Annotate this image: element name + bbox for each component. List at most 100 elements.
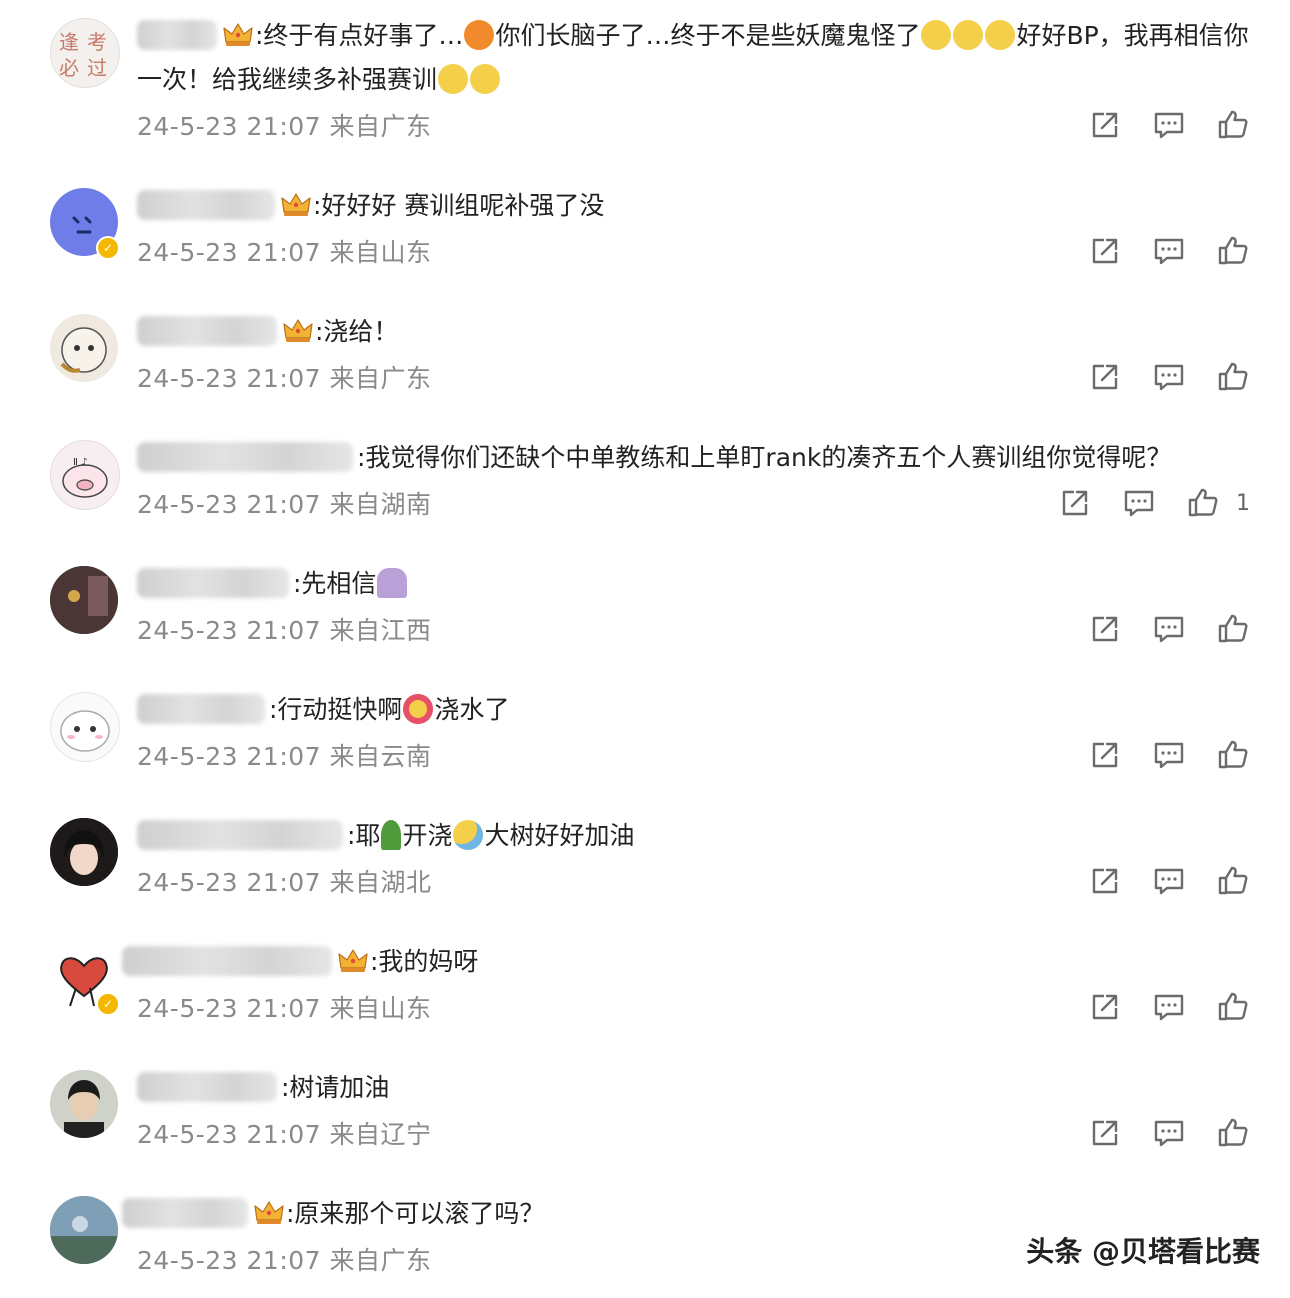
location: 来自江西 <box>329 616 432 645</box>
username-redacted[interactable] <box>137 820 343 850</box>
share-button[interactable] <box>1058 486 1092 520</box>
thumbs-up-icon <box>1216 990 1250 1024</box>
svg-text:必: 必 <box>59 56 79 80</box>
like-button[interactable] <box>1216 990 1250 1024</box>
avatar[interactable] <box>50 314 118 382</box>
username-redacted[interactable] <box>122 1198 248 1228</box>
avatar[interactable]: 逢 考 必 过 <box>50 18 120 88</box>
thumbs-up-icon <box>1216 108 1250 142</box>
avatar[interactable] <box>50 566 118 634</box>
username-redacted[interactable] <box>137 442 353 472</box>
share-button[interactable] <box>1088 1116 1122 1150</box>
reply-button[interactable] <box>1122 486 1156 520</box>
avatar[interactable] <box>50 1196 118 1264</box>
avatar[interactable] <box>50 692 120 762</box>
crying-emoji-icon <box>985 20 1016 50</box>
reply-button[interactable] <box>1152 612 1186 646</box>
like-button[interactable] <box>1216 234 1250 268</box>
username-redacted[interactable] <box>137 694 265 724</box>
share-button[interactable] <box>1088 360 1122 394</box>
username-redacted[interactable] <box>137 1072 277 1102</box>
like-button[interactable] <box>1216 738 1250 772</box>
comment-meta: 24-5-23 21:07 来自江西 <box>137 616 432 646</box>
avatar[interactable]: Ⅱ ♪ <box>50 440 120 510</box>
crown-badge-icon <box>223 22 253 48</box>
share-icon <box>1088 1116 1122 1150</box>
thumbs-up-icon <box>1216 864 1250 898</box>
share-button[interactable] <box>1088 234 1122 268</box>
share-icon <box>1088 990 1122 1024</box>
comment-icon <box>1152 738 1186 772</box>
share-icon <box>1058 486 1092 520</box>
comment-text: :行动挺快啊 浇水了 <box>137 688 1250 732</box>
thumbs-up-icon <box>1216 612 1250 646</box>
location: 来自广东 <box>329 112 432 141</box>
timestamp: 24-5-23 21:07 <box>137 112 322 141</box>
comment-icon <box>1152 234 1186 268</box>
location: 来自辽宁 <box>329 1120 432 1149</box>
comment-list: 逢 考 必 过 :终于有点好事了… 你们长脑子了…终于不是些妖魔鬼怪了 好好BP，我… <box>0 0 1290 1298</box>
comment-actions <box>1058 1115 1250 1151</box>
thumbs-up-icon <box>1216 738 1250 772</box>
username-redacted[interactable] <box>137 568 289 598</box>
share-icon <box>1088 738 1122 772</box>
reply-button[interactable] <box>1152 234 1186 268</box>
reply-button[interactable] <box>1152 1116 1186 1150</box>
comment-meta: 24-5-23 21:07 来自湖北 <box>137 868 432 898</box>
location: 来自广东 <box>329 1246 432 1275</box>
timestamp: 24-5-23 21:07 <box>137 364 322 393</box>
share-button[interactable] <box>1088 990 1122 1024</box>
thumbs-up-icon <box>1216 234 1250 268</box>
like-button[interactable] <box>1216 864 1250 898</box>
crown-badge-icon <box>281 192 311 218</box>
comment-item: ✓ :我的妈呀 24-5-23 21:07 来自山东 <box>0 916 1290 1042</box>
like-button[interactable] <box>1216 1116 1250 1150</box>
reply-button[interactable] <box>1152 864 1186 898</box>
comment-text: :终于有点好事了… 你们长脑子了…终于不是些妖魔鬼怪了 好好BP，我再相信你一次！给… <box>137 20 1249 94</box>
username-redacted[interactable] <box>137 20 217 50</box>
thumbs-up-icon <box>1186 486 1220 520</box>
tree-emoji-icon <box>381 820 402 850</box>
comment-text: :我的妈呀 <box>122 940 1250 984</box>
location: 来自湖北 <box>329 868 432 897</box>
comment-text: :耶 开浇 大树好好加油 <box>137 814 1250 858</box>
comment-icon <box>1152 1116 1186 1150</box>
comment-icon <box>1152 612 1186 646</box>
like-button[interactable] <box>1216 360 1250 394</box>
comment-icon <box>1152 990 1186 1024</box>
share-button[interactable] <box>1088 864 1122 898</box>
comment-item: :耶 开浇 大树好好加油 24-5-23 21:07 来自湖北 <box>0 790 1290 916</box>
comment-meta: 24-5-23 21:07 来自山东 <box>137 238 432 268</box>
comment-item: 逢 考 必 过 :终于有点好事了… 你们长脑子了…终于不是些妖魔鬼怪了 好好BP，我… <box>0 0 1290 160</box>
pray-emoji-icon <box>377 568 408 598</box>
timestamp: 24-5-23 21:07 <box>137 238 322 267</box>
like-button[interactable] <box>1186 486 1220 520</box>
comment-item: ✓ :好好好 赛训组呢补强了没 24-5-23 21:07 来自山东 <box>0 160 1290 286</box>
timestamp: 24-5-23 21:07 <box>137 1246 322 1275</box>
share-icon <box>1088 864 1122 898</box>
username-redacted[interactable] <box>137 316 277 346</box>
reply-button[interactable] <box>1152 360 1186 394</box>
comment-text: :浇给！ <box>137 310 1250 354</box>
username-redacted[interactable] <box>137 190 275 220</box>
avatar[interactable] <box>50 1070 118 1138</box>
timestamp: 24-5-23 21:07 <box>137 1120 322 1149</box>
comment-text: :我觉得你们还缺个中单教练和上单盯rank的凑齐五个人赛训组你觉得呢？ <box>137 436 1250 480</box>
timestamp: 24-5-23 21:07 <box>137 994 322 1023</box>
reply-button[interactable] <box>1152 108 1186 142</box>
comment-icon <box>1152 864 1186 898</box>
comment-actions <box>1058 611 1250 647</box>
comment-text: :树请加油 <box>137 1066 1250 1110</box>
reply-button[interactable] <box>1152 738 1186 772</box>
location: 来自广东 <box>329 364 432 393</box>
like-button[interactable] <box>1216 108 1250 142</box>
reply-button[interactable] <box>1152 990 1186 1024</box>
comment-actions <box>1058 107 1250 143</box>
avatar[interactable] <box>50 818 118 886</box>
like-button[interactable] <box>1216 612 1250 646</box>
share-button[interactable] <box>1088 612 1122 646</box>
share-button[interactable] <box>1088 108 1122 142</box>
share-button[interactable] <box>1088 738 1122 772</box>
comment-item: :树请加油 24-5-23 21:07 来自辽宁 <box>0 1042 1290 1168</box>
username-redacted[interactable] <box>122 946 332 976</box>
